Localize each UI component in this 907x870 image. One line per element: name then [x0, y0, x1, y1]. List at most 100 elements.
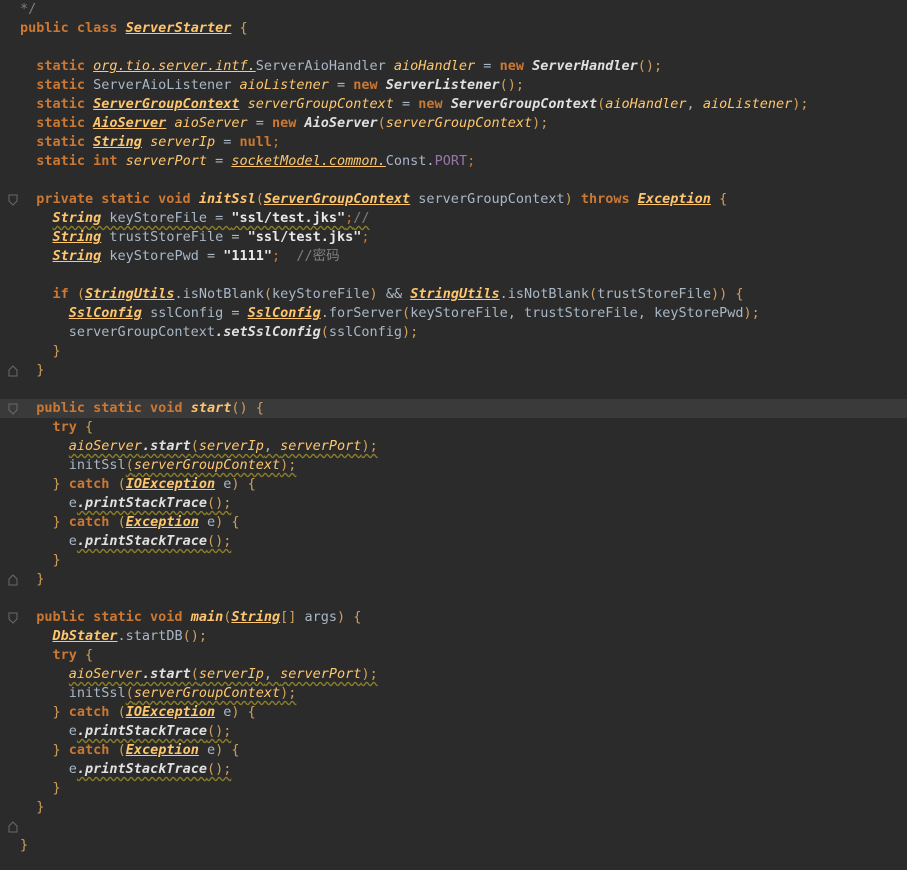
code-text: e.printStackTrace(); — [20, 760, 232, 779]
code-text: if (StringUtils.isNotBlank(keyStoreFile)… — [20, 285, 744, 304]
code-line[interactable]: e.printStackTrace(); — [0, 760, 907, 779]
code-line[interactable]: private static void initSsl(ServerGroupC… — [0, 190, 907, 209]
code-line[interactable]: DbStater.startDB(); — [0, 627, 907, 646]
code-line[interactable]: initSsl(serverGroupContext); — [0, 456, 907, 475]
code-token: ); — [402, 324, 419, 340]
code-line[interactable]: SslConfig sslConfig = SslConfig.forServe… — [0, 304, 907, 323]
fold-marker-icon[interactable] — [7, 361, 19, 380]
code-line[interactable]: } — [0, 570, 907, 589]
code-token: throws — [580, 191, 638, 207]
code-token: new — [353, 77, 386, 93]
code-line[interactable] — [0, 266, 907, 285]
code-line[interactable]: initSsl(serverGroupContext); — [0, 684, 907, 703]
code-token: catch — [68, 476, 118, 492]
code-token: serverGroupContext — [20, 324, 216, 340]
code-line[interactable]: e.printStackTrace(); — [0, 532, 907, 551]
code-token: ; — [272, 248, 297, 264]
code-token: .isNotBlank — [174, 286, 264, 302]
code-line[interactable]: static String serverIp = null; — [0, 133, 907, 152]
code-line[interactable]: static int serverPort = socketModel.comm… — [0, 152, 907, 171]
code-line[interactable]: static ServerAioListener aioListener = n… — [0, 76, 907, 95]
code-token: String — [93, 134, 142, 150]
code-token: null — [239, 134, 272, 150]
code-line[interactable]: } catch (Exception e) { — [0, 741, 907, 760]
code-token: [] — [280, 609, 305, 625]
code-token: "ssl/test.jks" — [247, 229, 362, 245]
code-token: , — [507, 305, 524, 321]
code-line[interactable]: } — [0, 798, 907, 817]
code-token: ); — [532, 115, 549, 131]
code-line[interactable]: String keyStorePwd = "1111"; //密码 — [0, 247, 907, 266]
code-token: ServerStarter — [125, 20, 232, 36]
code-line[interactable]: static ServerGroupContext serverGroupCon… — [0, 95, 907, 114]
code-text: try { — [20, 646, 94, 665]
code-line[interactable] — [0, 171, 907, 190]
code-line[interactable]: aioServer.start(serverIp, serverPort); — [0, 665, 907, 684]
code-token: = — [206, 210, 232, 226]
code-line[interactable]: static AioServer aioServer = new AioServ… — [0, 114, 907, 133]
code-token: catch — [68, 742, 118, 758]
code-line[interactable]: } — [0, 836, 907, 855]
code-token: e — [20, 533, 77, 549]
code-token: .printStackTrace — [76, 761, 207, 777]
code-token: .startDB — [117, 628, 183, 644]
code-token: .printStackTrace — [76, 533, 207, 549]
code-line[interactable]: try { — [0, 646, 907, 665]
code-token: Exception — [125, 514, 199, 530]
code-line[interactable]: } catch (Exception e) { — [0, 513, 907, 532]
code-line[interactable]: } — [0, 342, 907, 361]
code-token: public static void — [20, 609, 191, 625]
code-text: } — [20, 836, 28, 855]
code-line[interactable]: public static void start() { — [0, 399, 907, 418]
fold-marker-icon[interactable] — [7, 570, 19, 589]
code-token: args — [304, 609, 338, 625]
code-token: aioListener — [702, 96, 793, 112]
code-token: ServerGroupContext — [93, 96, 240, 112]
fold-marker-icon[interactable] — [7, 608, 19, 627]
code-token: aioServer — [68, 666, 142, 682]
code-token: serverIp — [198, 666, 264, 682]
code-token: try — [20, 647, 86, 663]
code-line[interactable]: try { — [0, 418, 907, 437]
code-token: trustStoreFile — [524, 305, 638, 321]
code-line[interactable] — [0, 380, 907, 399]
code-token: aioHandler — [605, 96, 687, 112]
code-line[interactable]: } catch (IOException e) { — [0, 475, 907, 494]
code-line[interactable] — [0, 38, 907, 57]
code-line[interactable]: } catch (IOException e) { — [0, 703, 907, 722]
code-line[interactable] — [0, 589, 907, 608]
code-editor[interactable]: */ public class ServerStarter { static or… — [0, 0, 907, 870]
code-token: serverGroupContext — [133, 457, 281, 473]
code-text: } — [20, 779, 61, 798]
fold-marker-icon[interactable] — [7, 190, 19, 209]
code-token: keyStoreFile — [410, 305, 508, 321]
code-token: new — [499, 58, 533, 74]
code-line[interactable]: if (StringUtils.isNotBlank(keyStoreFile)… — [0, 285, 907, 304]
code-line[interactable]: public static void main(String[] args) { — [0, 608, 907, 627]
code-line[interactable]: String keyStoreFile = "ssl/test.jks";// — [0, 209, 907, 228]
code-line[interactable]: } — [0, 361, 907, 380]
code-token: } — [20, 571, 45, 587]
code-token: } — [20, 552, 61, 568]
code-token: , — [637, 305, 655, 321]
code-token: ServerAioListener — [93, 77, 240, 93]
code-line[interactable]: String trustStoreFile = "ssl/test.jks"; — [0, 228, 907, 247]
code-line[interactable]: public class ServerStarter { — [0, 19, 907, 38]
code-line[interactable]: } — [0, 551, 907, 570]
code-line[interactable]: */ — [0, 0, 907, 19]
code-text: e.printStackTrace(); — [20, 494, 232, 513]
fold-marker-icon[interactable] — [7, 399, 19, 418]
code-token: // — [353, 210, 370, 226]
code-line[interactable]: aioServer.start(serverIp, serverPort); — [0, 437, 907, 456]
code-line[interactable]: serverGroupContext.setSslConfig(sslConfi… — [0, 323, 907, 342]
code-text: public static void start() { — [20, 399, 264, 418]
code-token: = — [223, 229, 248, 245]
code-token: aioServer — [166, 115, 248, 131]
code-token: ServerListener — [385, 77, 500, 93]
fold-marker-icon[interactable] — [7, 817, 19, 836]
code-line[interactable]: e.printStackTrace(); — [0, 494, 907, 513]
code-line[interactable] — [0, 817, 907, 836]
code-line[interactable]: static org.tio.server.intf.ServerAioHand… — [0, 57, 907, 76]
code-line[interactable]: } — [0, 779, 907, 798]
code-line[interactable]: e.printStackTrace(); — [0, 722, 907, 741]
